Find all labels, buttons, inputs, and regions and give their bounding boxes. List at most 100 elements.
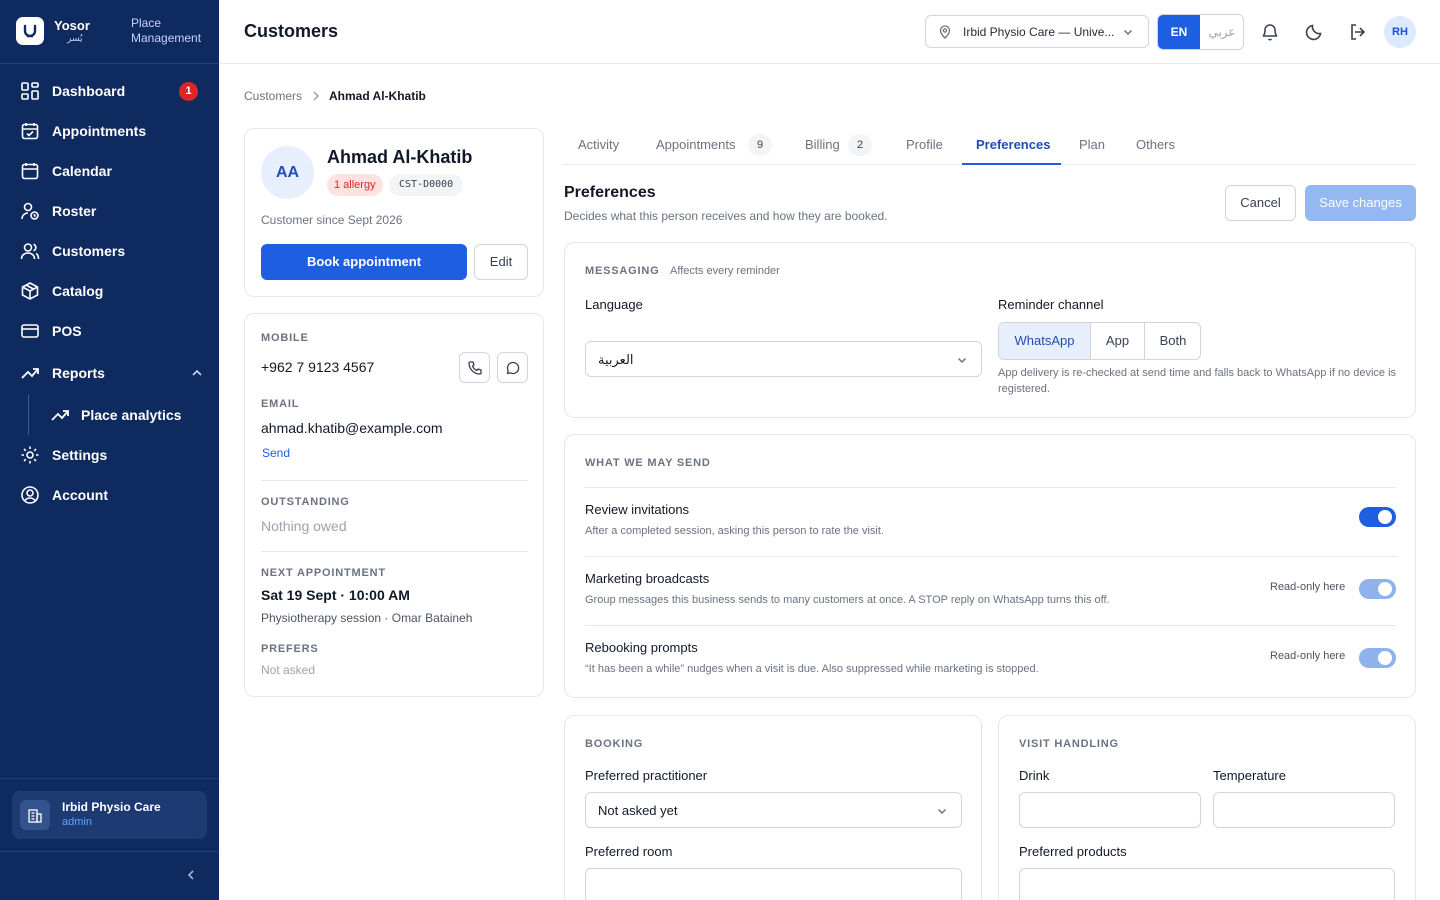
sidebar-item-label: POS xyxy=(52,323,82,339)
sidebar-item-label: Settings xyxy=(52,447,108,463)
review-invitations-title: Review invitations xyxy=(585,502,690,517)
temperature-label: Temperature xyxy=(1213,768,1286,783)
tab-activity[interactable]: Activity xyxy=(578,137,619,152)
chevron-up-icon[interactable] xyxy=(190,366,204,380)
channel-both-option[interactable]: Both xyxy=(1145,323,1200,359)
customer-code-badge: CST-D0000 xyxy=(389,174,464,196)
breadcrumb-parent[interactable]: Customers xyxy=(244,89,302,103)
next-appointment-detail: Physiotherapy session · Omar Bataineh xyxy=(261,611,473,625)
language-select[interactable]: العربية xyxy=(585,341,982,377)
logout-icon[interactable] xyxy=(1348,22,1368,42)
sidebar-item-label: Dashboard xyxy=(52,83,126,99)
rebooking-prompts-desc: “It has been a while” nudges when a visi… xyxy=(585,663,1039,675)
sidebar-item-label: Calendar xyxy=(52,163,112,179)
sidebar-item-label: Account xyxy=(52,487,108,503)
phone-icon xyxy=(468,361,482,375)
marketing-broadcasts-title: Marketing broadcasts xyxy=(585,571,710,586)
preferred-products-input[interactable] xyxy=(1019,868,1395,900)
sidebar-item-account[interactable]: Account xyxy=(0,475,219,515)
reminder-channel-label: Reminder channel xyxy=(998,297,1104,312)
cancel-button[interactable]: Cancel xyxy=(1225,185,1296,221)
booking-card: BOOKING Preferred practitioner Not asked… xyxy=(564,715,982,900)
brand-tagline-line2: Management xyxy=(131,31,202,45)
mobile-label: MOBILE xyxy=(261,332,309,344)
rebooking-prompts-toggle xyxy=(1359,648,1396,668)
email-value: ahmad.khatib@example.com xyxy=(261,420,443,436)
temperature-input[interactable] xyxy=(1213,792,1395,828)
tab-others[interactable]: Others xyxy=(1136,137,1175,152)
tab-plan[interactable]: Plan xyxy=(1079,137,1105,152)
what-we-may-send-card: WHAT WE MAY SEND Review invitations Afte… xyxy=(564,434,1416,698)
building-icon xyxy=(20,800,50,830)
moon-icon[interactable] xyxy=(1304,22,1324,42)
credit-card-icon xyxy=(21,324,39,338)
prefers-label: PREFERS xyxy=(261,643,319,655)
trending-up-icon xyxy=(51,410,69,421)
trending-up-icon xyxy=(21,368,39,379)
section-title: Preferences xyxy=(564,184,656,201)
preferred-practitioner-select[interactable]: Not asked yet xyxy=(585,792,962,828)
divider xyxy=(261,480,528,481)
book-appointment-button[interactable]: Book appointment xyxy=(261,244,467,280)
sidebar-item-roster[interactable]: Roster xyxy=(0,191,219,231)
review-invitations-desc: After a completed session, asking this p… xyxy=(585,525,884,537)
calendar-check-icon xyxy=(21,123,39,140)
sidebar-item-appointments[interactable]: Appointments xyxy=(0,111,219,151)
channel-whatsapp-option[interactable]: WhatsApp xyxy=(999,323,1090,359)
sidebar-item-place-analytics[interactable]: Place analytics xyxy=(0,395,219,435)
preferred-room-input[interactable] xyxy=(585,868,962,900)
sidebar-item-settings[interactable]: Settings xyxy=(0,435,219,475)
section-subtitle: Decides what this person receives and ho… xyxy=(564,209,888,223)
bell-icon[interactable] xyxy=(1260,22,1280,42)
tab-appointments[interactable]: Appointments xyxy=(656,137,736,152)
tab-billing[interactable]: Billing xyxy=(805,137,840,152)
sidebar-item-label: Catalog xyxy=(52,283,104,299)
tab-appointments-count: 9 xyxy=(748,134,772,156)
language-ar-button[interactable]: عربي xyxy=(1200,15,1243,49)
location-select[interactable]: Irbid Physio Care — Unive... xyxy=(925,15,1149,48)
save-changes-button[interactable]: Save changes xyxy=(1305,185,1416,221)
mobile-value: +962 7 9123 4567 xyxy=(261,359,375,375)
sidebar-item-customers[interactable]: Customers xyxy=(0,231,219,271)
place-switcher[interactable]: Irbid Physio Care admin xyxy=(12,791,207,839)
visit-handling-caption: VISIT HANDLING xyxy=(1019,738,1119,750)
collapse-sidebar-icon[interactable] xyxy=(184,868,198,882)
user-avatar[interactable]: RH xyxy=(1384,16,1416,48)
sidebar-item-catalog[interactable]: Catalog xyxy=(0,271,219,311)
sidebar-item-calendar[interactable]: Calendar xyxy=(0,151,219,191)
reminder-channel-help: App delivery is re-checked at send time … xyxy=(998,367,1397,395)
review-invitations-toggle[interactable] xyxy=(1359,507,1396,527)
marketing-broadcasts-desc: Group messages this business sends to ma… xyxy=(585,594,1110,606)
send-email-link[interactable]: Send xyxy=(262,446,290,460)
call-button[interactable] xyxy=(459,352,490,383)
preferred-room-label: Preferred room xyxy=(585,844,673,859)
read-only-label: Read-only here xyxy=(1270,581,1346,593)
place-role: admin xyxy=(62,816,92,828)
customer-tabs: Activity Appointments 9 Billing 2 Profil… xyxy=(564,128,1416,165)
user-clock-icon xyxy=(21,202,39,220)
language-label: Language xyxy=(585,297,643,312)
place-name: Irbid Physio Care xyxy=(62,800,161,814)
preferred-practitioner-value: Not asked yet xyxy=(598,803,678,818)
sidebar-item-reports[interactable]: Reports xyxy=(0,353,219,393)
email-label: EMAIL xyxy=(261,398,300,410)
chevron-down-icon xyxy=(957,357,967,364)
divider xyxy=(585,487,1396,488)
sidebar-item-pos[interactable]: POS xyxy=(0,311,219,351)
customer-profile-card: AA Ahmad Al-Khatib 1 allergy CST-D0000 C… xyxy=(244,128,544,297)
message-button[interactable] xyxy=(497,352,528,383)
customer-details-card: MOBILE +962 7 9123 4567 EMAIL ahmad.khat… xyxy=(244,313,544,697)
chat-bubble-icon xyxy=(506,361,520,375)
visit-handling-card: VISIT HANDLING Drink Temperature Preferr… xyxy=(998,715,1416,900)
language-en-button[interactable]: EN xyxy=(1158,15,1200,49)
toggle-knob xyxy=(1378,582,1392,596)
tab-profile[interactable]: Profile xyxy=(906,137,943,152)
drink-label: Drink xyxy=(1019,768,1050,783)
allergy-badge[interactable]: 1 allergy xyxy=(327,174,383,196)
channel-app-option[interactable]: App xyxy=(1091,323,1144,359)
tab-preferences[interactable]: Preferences xyxy=(976,137,1050,152)
sidebar-item-dashboard[interactable]: Dashboard 1 xyxy=(0,71,219,111)
edit-button[interactable]: Edit xyxy=(474,244,528,280)
drink-input[interactable] xyxy=(1019,792,1201,828)
box-icon xyxy=(21,282,39,300)
